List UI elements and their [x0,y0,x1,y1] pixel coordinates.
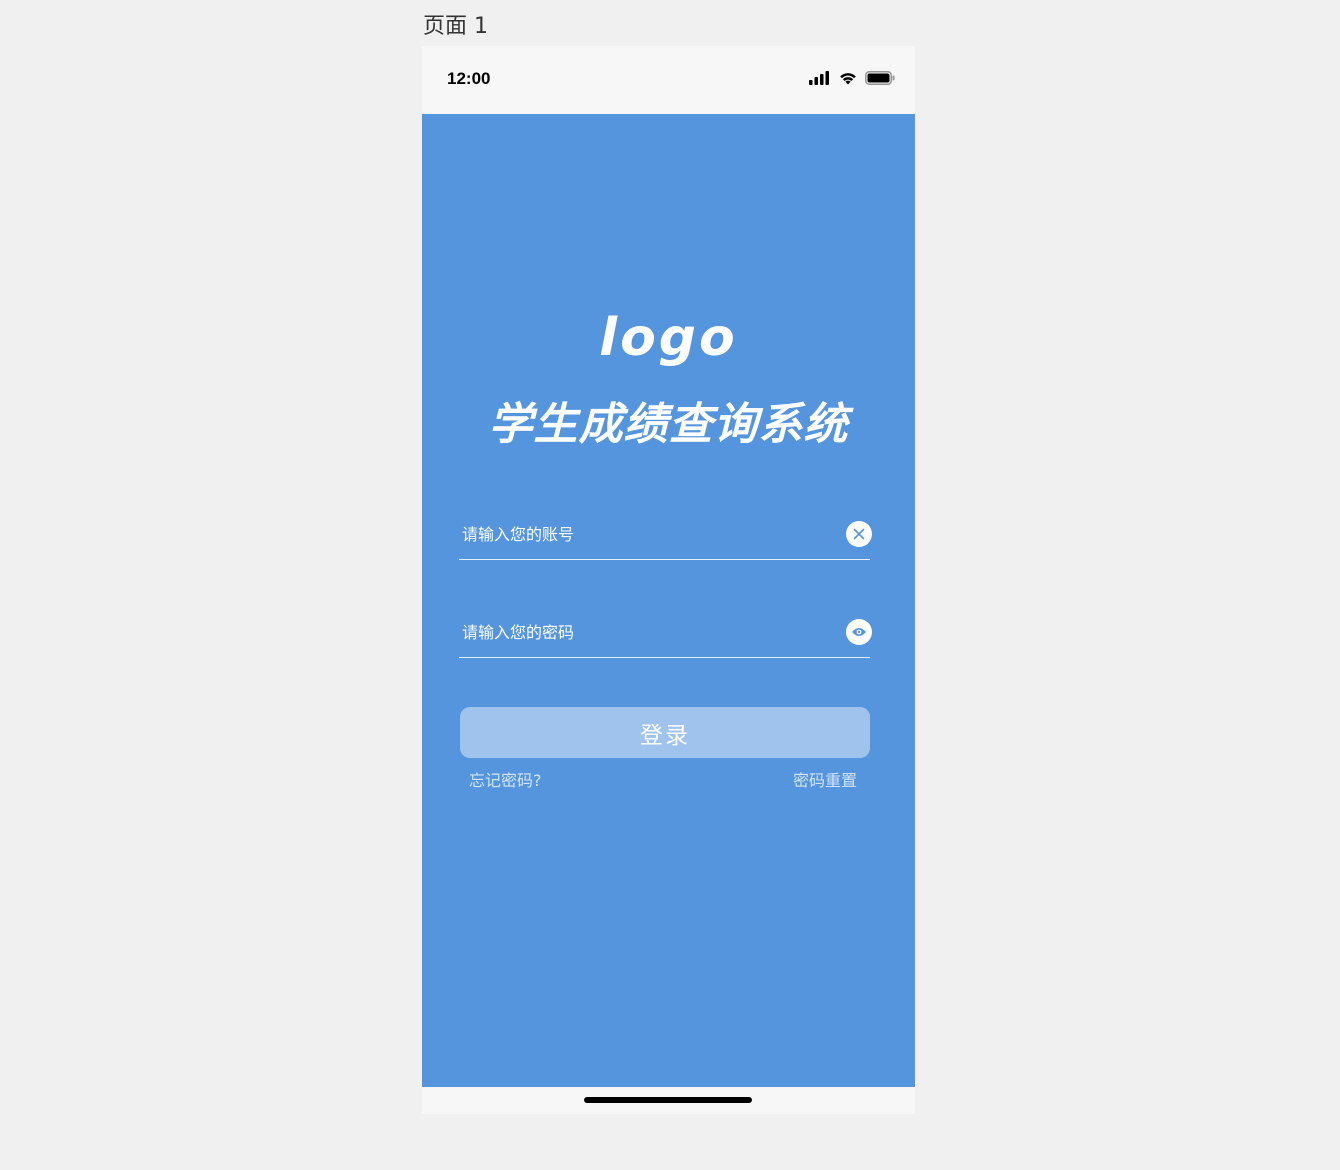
app-title: 学生成绩查询系统 [488,399,849,450]
status-icons [809,70,895,86]
status-bar: 12:00 [422,46,915,114]
reset-password-link[interactable]: 密码重置 [793,767,857,791]
signal-icon [809,71,829,85]
login-button[interactable]: 登录 [460,707,870,758]
clear-icon[interactable] [846,521,872,547]
eye-icon[interactable] [846,619,872,645]
account-field [459,513,872,560]
battery-icon [865,71,895,85]
home-indicator[interactable] [584,1097,752,1103]
account-input[interactable] [462,517,822,551]
forgot-password-link[interactable]: 忘记密码? [469,767,542,791]
status-time: 12:00 [447,69,491,88]
home-indicator-area [422,1087,915,1114]
page-label: 页面 1 [423,14,488,39]
phone-screen: 12:00 logo 学生成绩查询系统 请输入您的账号 登录 忘记密码? 密码重… [422,46,915,1114]
wifi-icon [840,72,856,84]
logo: logo [599,308,738,368]
password-input[interactable] [462,615,822,649]
password-field [459,611,872,658]
